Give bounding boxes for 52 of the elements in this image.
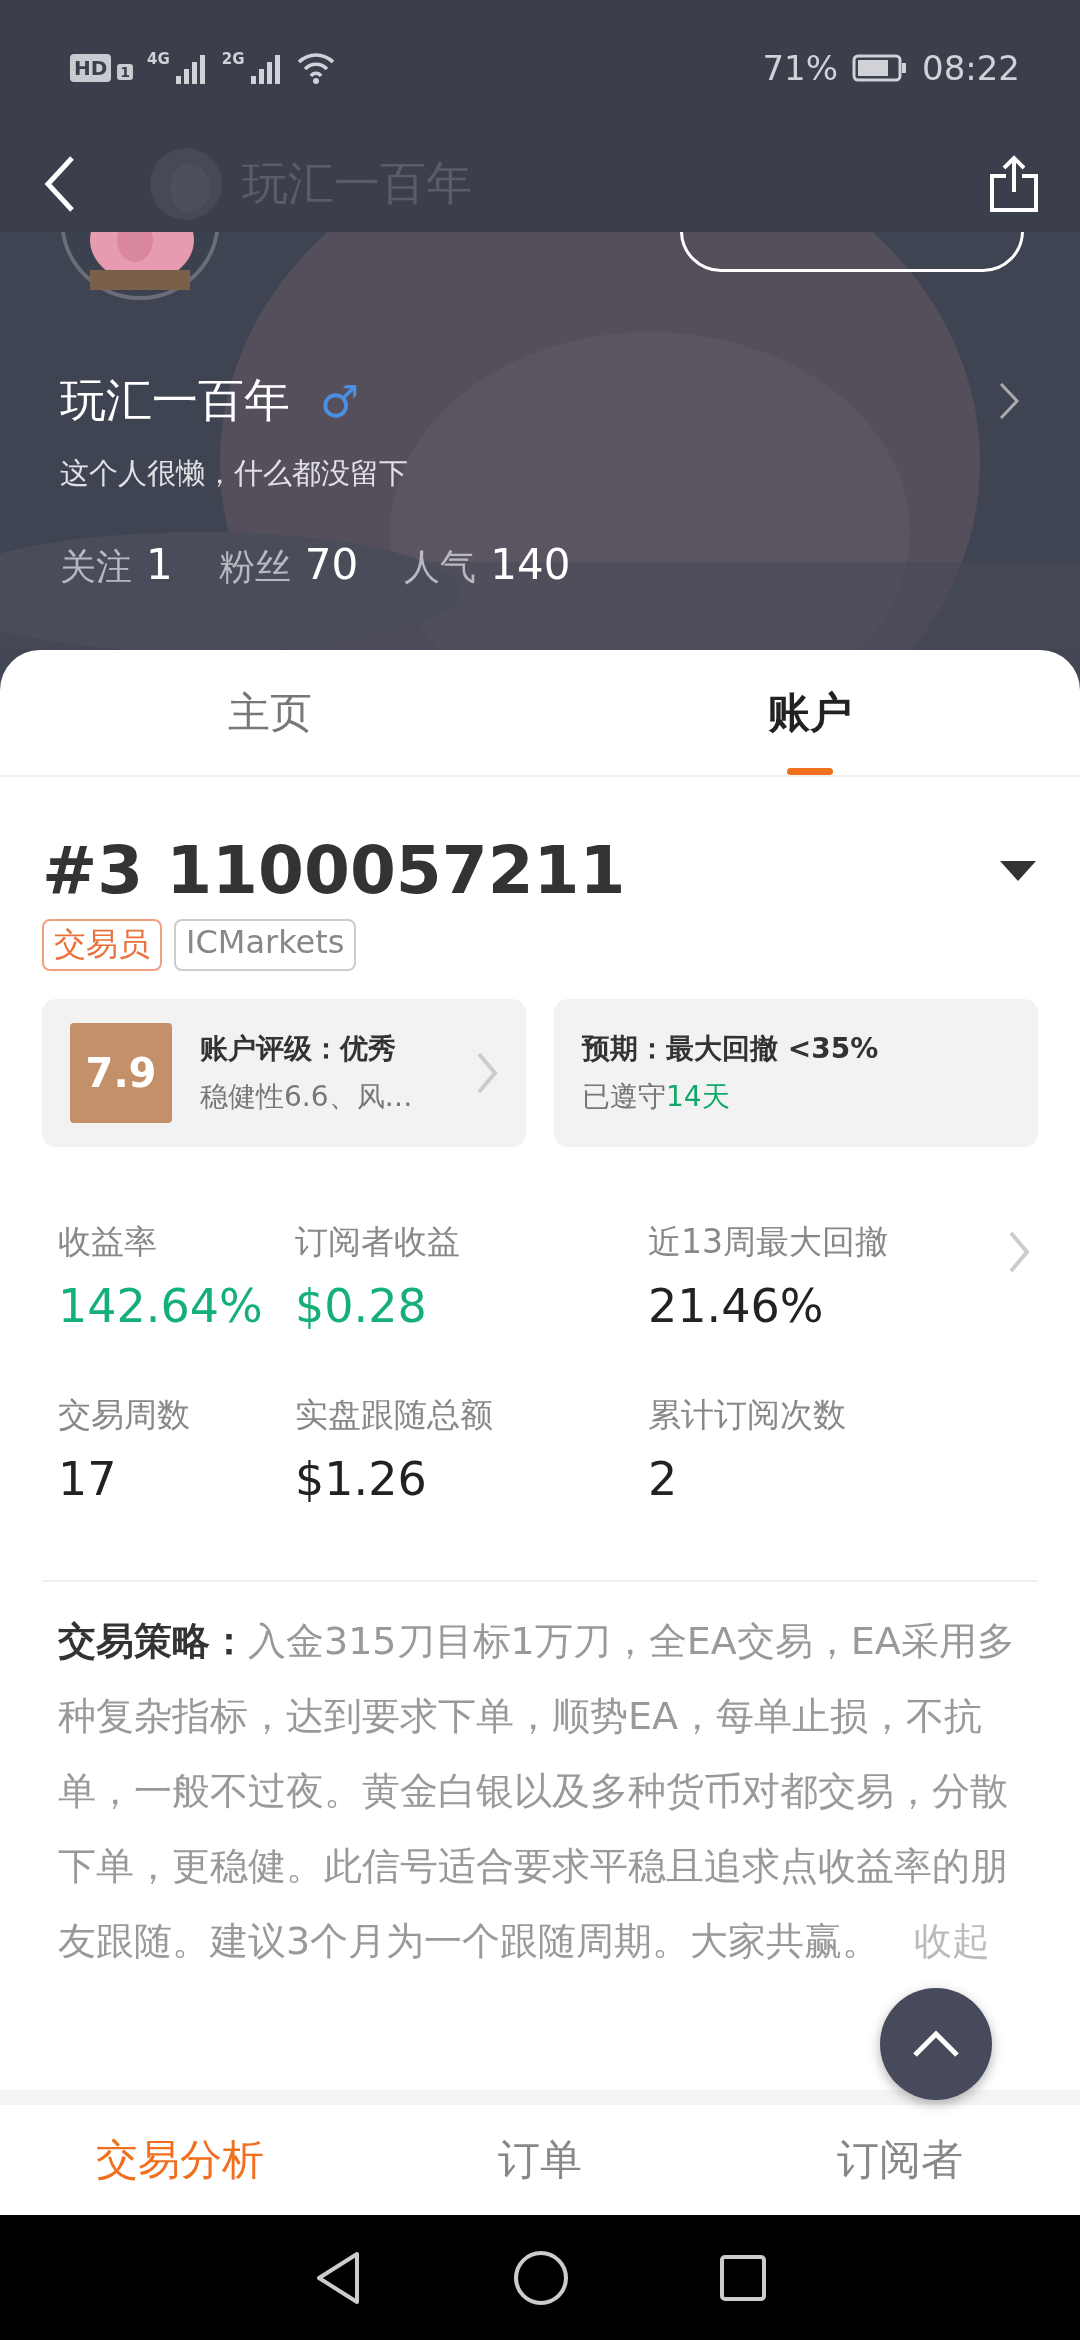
chevron-up-icon	[911, 2029, 961, 2059]
tab[interactable]: 订单	[360, 2105, 720, 2215]
rating-title: 账户评级：优秀	[200, 1031, 397, 1067]
collapse-link[interactable]: 收起	[914, 1919, 991, 1963]
metric-value: 142.64%	[58, 1279, 264, 1333]
hd-badge: HD	[70, 53, 112, 82]
clock: 08:22	[922, 47, 1020, 88]
stat-label: 关注	[60, 545, 132, 589]
rating-detail: 稳健性6.6、风…	[200, 1079, 414, 1115]
tab[interactable]: 账户	[540, 650, 1080, 775]
metric-label: 近13周最大回撤	[648, 1221, 889, 1263]
sim-badge: 1	[117, 63, 134, 80]
stat-value: 140	[490, 540, 571, 589]
recents-icon[interactable]	[719, 2253, 767, 2302]
metric-value: $1.26	[295, 1452, 428, 1506]
stat-label: 人气	[404, 545, 477, 589]
home-icon[interactable]	[513, 2249, 569, 2306]
share-button[interactable]	[988, 153, 1040, 214]
metric-value: 17	[58, 1452, 118, 1506]
dropdown-icon[interactable]	[998, 859, 1038, 883]
tag: ICMarkets	[174, 919, 357, 971]
battery-percent: 71%	[762, 47, 838, 88]
battery-icon	[852, 53, 908, 82]
chevron-icon	[998, 381, 1020, 421]
metric-label: 交易周数	[58, 1394, 191, 1436]
metric-value: 2	[648, 1452, 679, 1506]
chevron-icon	[476, 1051, 498, 1095]
tab[interactable]: 交易分析	[0, 2105, 360, 2215]
metric-value: $0.28	[295, 1279, 428, 1333]
metric-label: 实盘跟随总额	[295, 1394, 494, 1436]
metric-label: 收益率	[58, 1221, 158, 1263]
tab[interactable]: 订阅者	[720, 2105, 1080, 2215]
expectation-detail: 已遵守14天	[582, 1079, 731, 1115]
rating-score: 7.9	[70, 1023, 172, 1123]
rating-card[interactable]: 7.9 账户评级：优秀 稳健性6.6、风…	[42, 999, 526, 1147]
stat-label: 粉丝	[218, 545, 291, 589]
metric-label: 订阅者收益	[295, 1221, 461, 1263]
stat-value: 70	[304, 540, 359, 589]
profile-name: 玩汇一百年	[60, 372, 290, 429]
metric-label: 累计订阅次数	[648, 1394, 847, 1436]
network-label: 4G	[147, 49, 170, 68]
network-label: 2G	[221, 49, 245, 68]
expectation-title: 预期：最大回撤 <35%	[582, 1031, 880, 1067]
metric-value: 21.46%	[648, 1279, 825, 1333]
strategy-text: 交易策略：入金315刀目标1万刀，全EA交易，EA采用多种复杂指标，达到要求下单，顺势EA，每单止损，不抗单，一般不过夜。黄金白银以及多种货币对都交易，分散下单，更稳健。此信号适合要求平稳且追求点收益率的朋友跟随。建议3个月为一个跟随周期。大家共赢。 收起	[58, 1618, 1016, 1965]
stat-value: 1	[146, 540, 173, 589]
wifi-icon	[296, 51, 335, 84]
gender-symbol: ♂	[320, 375, 360, 427]
account-title: #3 1100057211	[42, 831, 626, 911]
profile-bio: 这个人很懒，什么都没留下	[60, 455, 409, 492]
tag: 交易员	[42, 919, 162, 971]
tab[interactable]: 主页	[0, 650, 540, 775]
